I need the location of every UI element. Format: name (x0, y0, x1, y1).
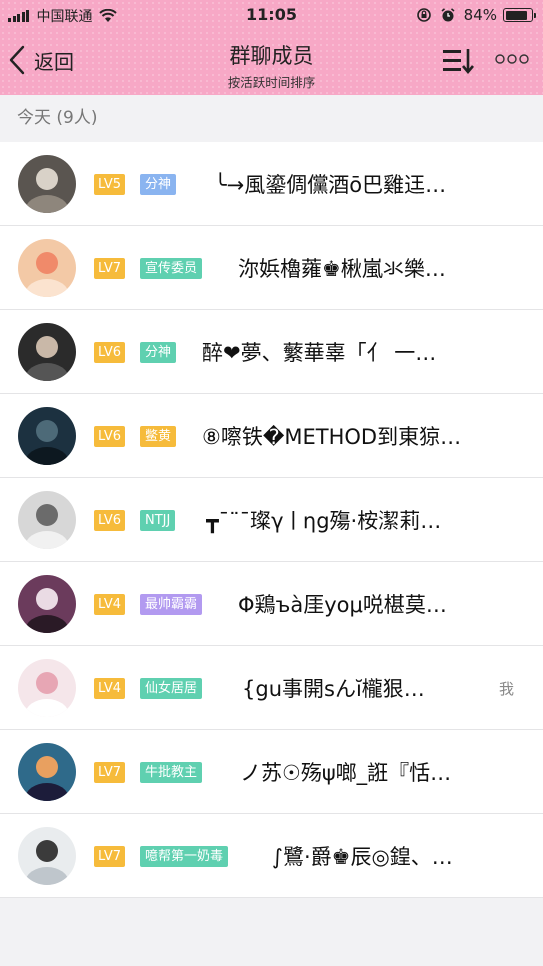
avatar[interactable] (18, 659, 76, 717)
title-tag: 分神 (140, 174, 177, 195)
avatar[interactable] (18, 575, 76, 633)
title-tag: 仙女居居 (140, 678, 203, 699)
title-tag: 宣传委员 (140, 258, 203, 279)
member-nickname: ∫鷺·爵♚辰◎鍠、… (272, 845, 453, 869)
avatar[interactable] (18, 239, 76, 297)
rotation-lock-icon (416, 8, 431, 22)
member-row[interactable]: LV6 分神 醉❤夢、蘩華辜「亻 一… (0, 310, 543, 394)
member-list: LV5 分神 ╰→風鎏倜儻酒ō巴雞迋… LV7 宣传委员 沵娦櫓蕹♚楸嵐氺樂… LV6 分神醉… (0, 142, 543, 898)
battery-percent: 84% (463, 6, 497, 24)
member-row[interactable]: LV5 分神 ╰→風鎏倜儻酒ō巴雞迋… (0, 142, 543, 226)
member-nickname: Φ鶏ъà厓yoμ哾椹莫… (238, 593, 447, 617)
title-tag: 分神 (140, 342, 177, 363)
title-tag: 最帅霸霸 (140, 594, 203, 615)
title-tag: NTJJ (140, 510, 176, 531)
member-nickname: ╰→風鎏倜儻酒ō巴雞迋… (214, 173, 447, 197)
level-badge: LV4 (94, 594, 125, 615)
level-badge: LV6 (94, 426, 125, 447)
member-nickname: 沵娦櫓蕹♚楸嵐氺樂… (238, 257, 446, 281)
avatar[interactable] (18, 491, 76, 549)
member-row[interactable]: LV4 最帅霸霸 Φ鶏ъà厓yoμ哾椹莫… (0, 562, 543, 646)
section-header-today: 今天 (9人) (17, 108, 98, 128)
title-tag: 牛批教主 (140, 762, 203, 783)
avatar[interactable] (18, 155, 76, 213)
avatar[interactable] (18, 407, 76, 465)
sort-icon[interactable] (441, 46, 475, 76)
status-bar: 中国联通 11:05 84% (0, 0, 543, 30)
avatar[interactable] (18, 827, 76, 885)
level-badge: LV7 (94, 762, 125, 783)
more-dots-icon[interactable] (494, 52, 530, 66)
header-bar: 中国联通 11:05 84% 返回 群聊成员 按活跃时间排序 (0, 0, 543, 95)
member-nickname: ⑧嚓铁�METHOD到東猄🌸嵂鍋鯉 (202, 425, 472, 449)
member-row[interactable]: LV7 牛批教主 ノ苏☉殇ψ啷_誑『恬… (0, 730, 543, 814)
title-tag: 鳖黄 (140, 426, 177, 447)
me-label: 我 (499, 680, 515, 698)
member-nickname: ノ苏☉殇ψ啷_誑『恬… (240, 761, 452, 785)
level-badge: LV4 (94, 678, 125, 699)
member-row[interactable]: LV4 仙女居居 {gu事開ѕんĭ櫳狠… 我 (0, 646, 543, 730)
member-row[interactable]: LV7 宣传委员 沵娦櫓蕹♚楸嵐氺樂… (0, 226, 543, 310)
avatar[interactable] (18, 323, 76, 381)
level-badge: LV7 (94, 258, 125, 279)
member-nickname: {gu事開ѕんĭ櫳狠… (242, 677, 425, 701)
member-nickname: 醉❤夢、蘩華辜「亻 一… (202, 341, 437, 365)
level-badge: LV5 (94, 174, 125, 195)
member-nickname: ┳¯¨¯璨γㅣηg殤·桉潔莉… (206, 509, 442, 533)
level-badge: LV6 (94, 510, 125, 531)
level-badge: LV6 (94, 342, 125, 363)
member-row[interactable]: LV6 NTJJ ┳¯¨¯璨γㅣηg殤·桉潔莉… (0, 478, 543, 562)
member-row[interactable]: LV6 鳖黄 ⑧嚓铁�METHOD到東猄🌸嵂鍋鯉 (0, 394, 543, 478)
alarm-icon (441, 8, 455, 22)
title-tag: 噫帮第一奶毒 (140, 846, 229, 867)
member-row[interactable]: LV7 噫帮第一奶毒 ∫鷺·爵♚辰◎鍠、… (0, 814, 543, 898)
level-badge: LV7 (94, 846, 125, 867)
battery-icon (503, 8, 536, 22)
avatar[interactable] (18, 743, 76, 801)
